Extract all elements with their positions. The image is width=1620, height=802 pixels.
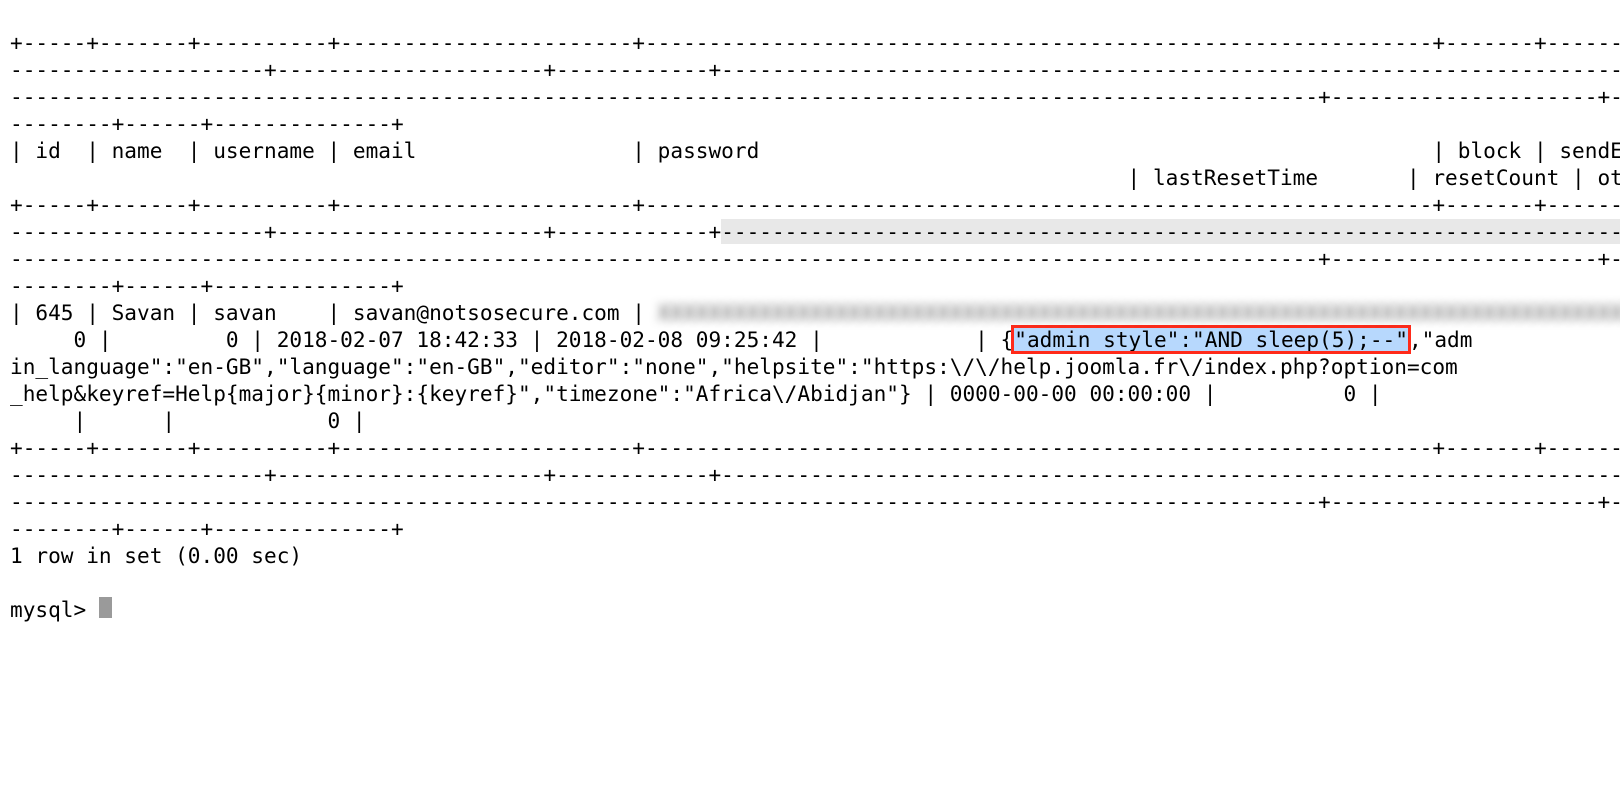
cursor-icon [99,597,112,618]
table-border: ----------------------------------------… [10,489,1620,514]
table-border: +-----+-------+----------+--------------… [10,192,1620,217]
result-summary: 1 row in set (0.00 sec) [10,543,302,568]
table-row: | 645 | Savan | savan | savan@notsosecur… [10,300,658,325]
table-header: | lastResetTime | resetCount | otpKey | … [10,165,1620,190]
table-border: --------------------+-------------------… [10,57,1620,82]
table-border: +-----+-------+----------+--------------… [10,30,1620,55]
table-border: ----------------------------------------… [10,246,1620,271]
table-row: in_language":"en-GB","language":"en-GB",… [10,354,1458,379]
table-row: | | 0 | [10,408,366,433]
table-border: --------------------+-------------------… [10,462,1620,487]
table-header: | id | name | username | email | passwor… [10,138,1620,163]
table-border: ----------------------------------------… [10,84,1620,109]
redacted-password: XXXXXXXXXXXXXXXXXXXXXXXXXXXXXXXXXXXXXXXX… [658,300,1620,325]
mysql-prompt[interactable]: mysql> [10,597,99,622]
table-border: --------+------+--------------+ [10,111,404,136]
table-border-selected: ----------------------------------------… [721,219,1620,244]
table-border: --------+------+--------------+ [10,516,404,541]
table-row: ,"adm [1409,327,1473,352]
table-border: --------+------+--------------+ [10,273,404,298]
table-row: _help&keyref=Help{major}{minor}:{keyref}… [10,381,1420,406]
highlighted-injection: "admin_style":"AND sleep(5);--" [1013,327,1409,352]
table-border: --------------------+-------------------… [10,219,721,244]
table-border: +-----+-------+----------+--------------… [10,435,1620,460]
table-row: 0 | 0 | 2018-02-07 18:42:33 | 2018-02-08… [10,327,1013,352]
terminal-output: +-----+-------+----------+--------------… [0,0,1620,631]
